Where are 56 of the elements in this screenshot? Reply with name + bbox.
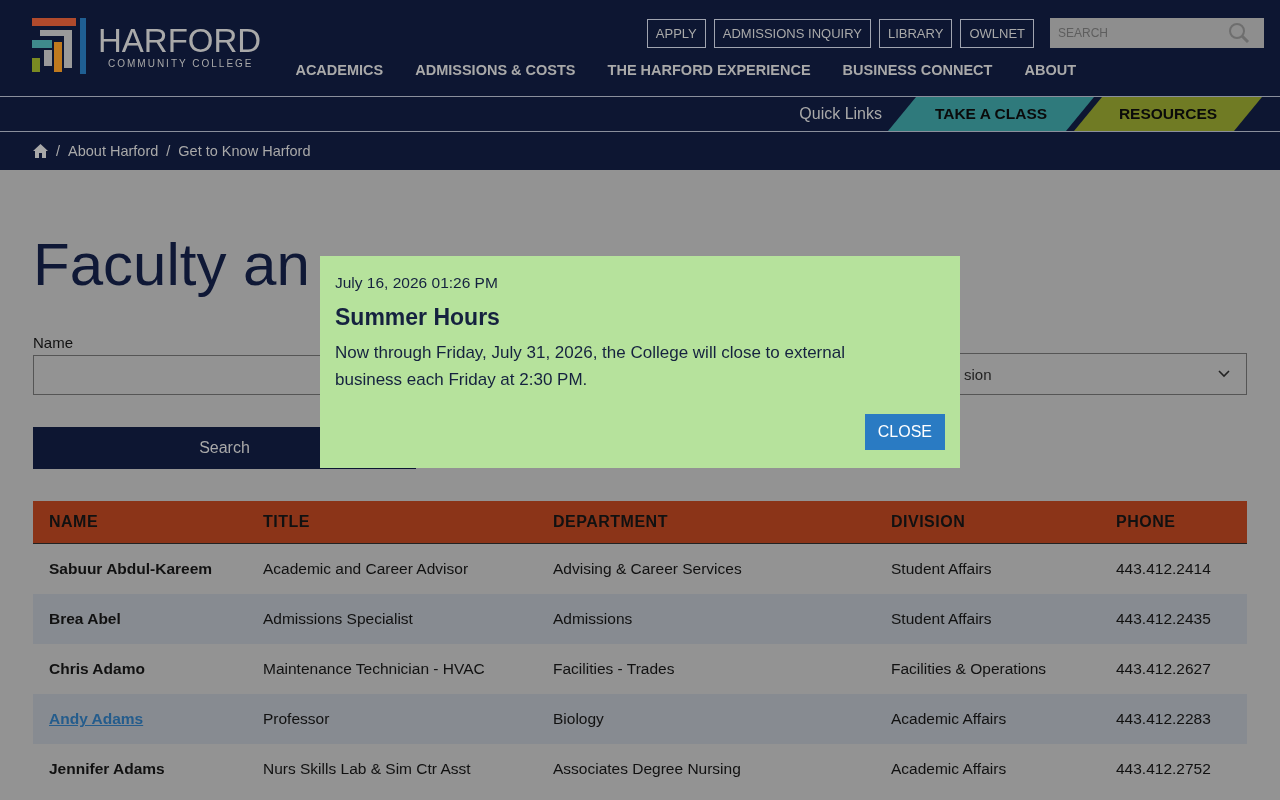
logo-wordmark: HARFORD [98,23,262,58]
nav-link[interactable]: ADMISSIONS & COSTS [415,62,576,78]
table-cell: Admissions Specialist [247,594,537,644]
table-cell: Brea Abel [33,594,247,644]
close-button[interactable]: CLOSE [864,414,945,450]
quick-link-button[interactable]: TAKE A CLASS [888,97,1094,131]
field-label: Name [33,334,74,351]
utility-link[interactable]: ADMISSIONS INQUIRY [713,18,871,48]
page-title: Faculty an [33,230,310,300]
nav-link[interactable]: BUSINESS CONNECT [842,62,993,78]
table-cell: Professor [247,694,537,744]
notification-title: Summer Hours [335,304,500,331]
utility-link[interactable]: OWLNET [960,18,1034,48]
breadcrumb-link[interactable]: About Harford [68,143,159,159]
table-cell: Academic and Career Advisor [247,543,537,594]
table-cell: Facilities & Operations [875,644,1100,694]
table-cell: Associates Degree Nursing [537,744,875,794]
quick-link-button[interactable]: RESOURCES [1074,97,1262,131]
notification-date: July 16, 2026 01:26 PM [335,274,498,292]
table-cell: Admissions [537,594,875,644]
table-cell: Student Affairs [875,543,1100,594]
breadcrumb-separator: / [166,143,171,159]
table-cell: Academic Affairs [875,694,1100,744]
table-cell: Biology [537,694,875,744]
table-cell: Advising & Career Services [537,543,875,594]
home-icon[interactable] [33,144,48,158]
nav-link[interactable]: ACADEMICS [295,62,384,78]
table-cell: 443.412.2414 [1100,543,1247,594]
utility-link[interactable]: LIBRARY [878,18,953,48]
table-cell: Nurs Skills Lab & Sim Ctr Asst [247,744,537,794]
column-header: PHONE [1100,501,1247,544]
breadcrumb-link[interactable]: Get to Know Harford [178,143,311,159]
table-cell: Maintenance Technician - HVAC [247,644,537,694]
column-header: NAME [33,501,247,544]
table-cell: Jennifer Adams [33,744,247,794]
table-cell: Chris Adamo [33,644,247,694]
utility-link[interactable]: APPLY [646,18,706,48]
nav-link[interactable]: THE HARFORD EXPERIENCE [607,62,811,78]
table-cell: Student Affairs [875,594,1100,644]
nav-link[interactable]: ABOUT [1024,62,1076,78]
column-header: TITLE [247,501,537,544]
table-cell: 443.412.2627 [1100,644,1247,694]
table-cell: 443.412.2435 [1100,594,1247,644]
logo-subtitle: COMMUNITY COLLEGE [107,57,255,69]
table-cell: 443.412.2752 [1100,744,1247,794]
breadcrumb-separator: / [56,143,61,159]
table-cell: 443.412.2283 [1100,694,1247,744]
table-cell: Academic Affairs [875,744,1100,794]
table-cell: Facilities - Trades [537,644,875,694]
notification-message: Now through Friday, July 31, 2026, the College will close to external business each Friday at 2:30 PM. [335,342,846,391]
column-header: DEPARTMENT [537,501,875,544]
chevron-down-icon [1218,370,1230,378]
quick-links-label: Quick Links [799,105,883,123]
column-header: DIVISION [875,501,1100,544]
table-cell: Sabuur Abdul-Kareem [33,543,247,594]
logo-icon [32,18,88,74]
